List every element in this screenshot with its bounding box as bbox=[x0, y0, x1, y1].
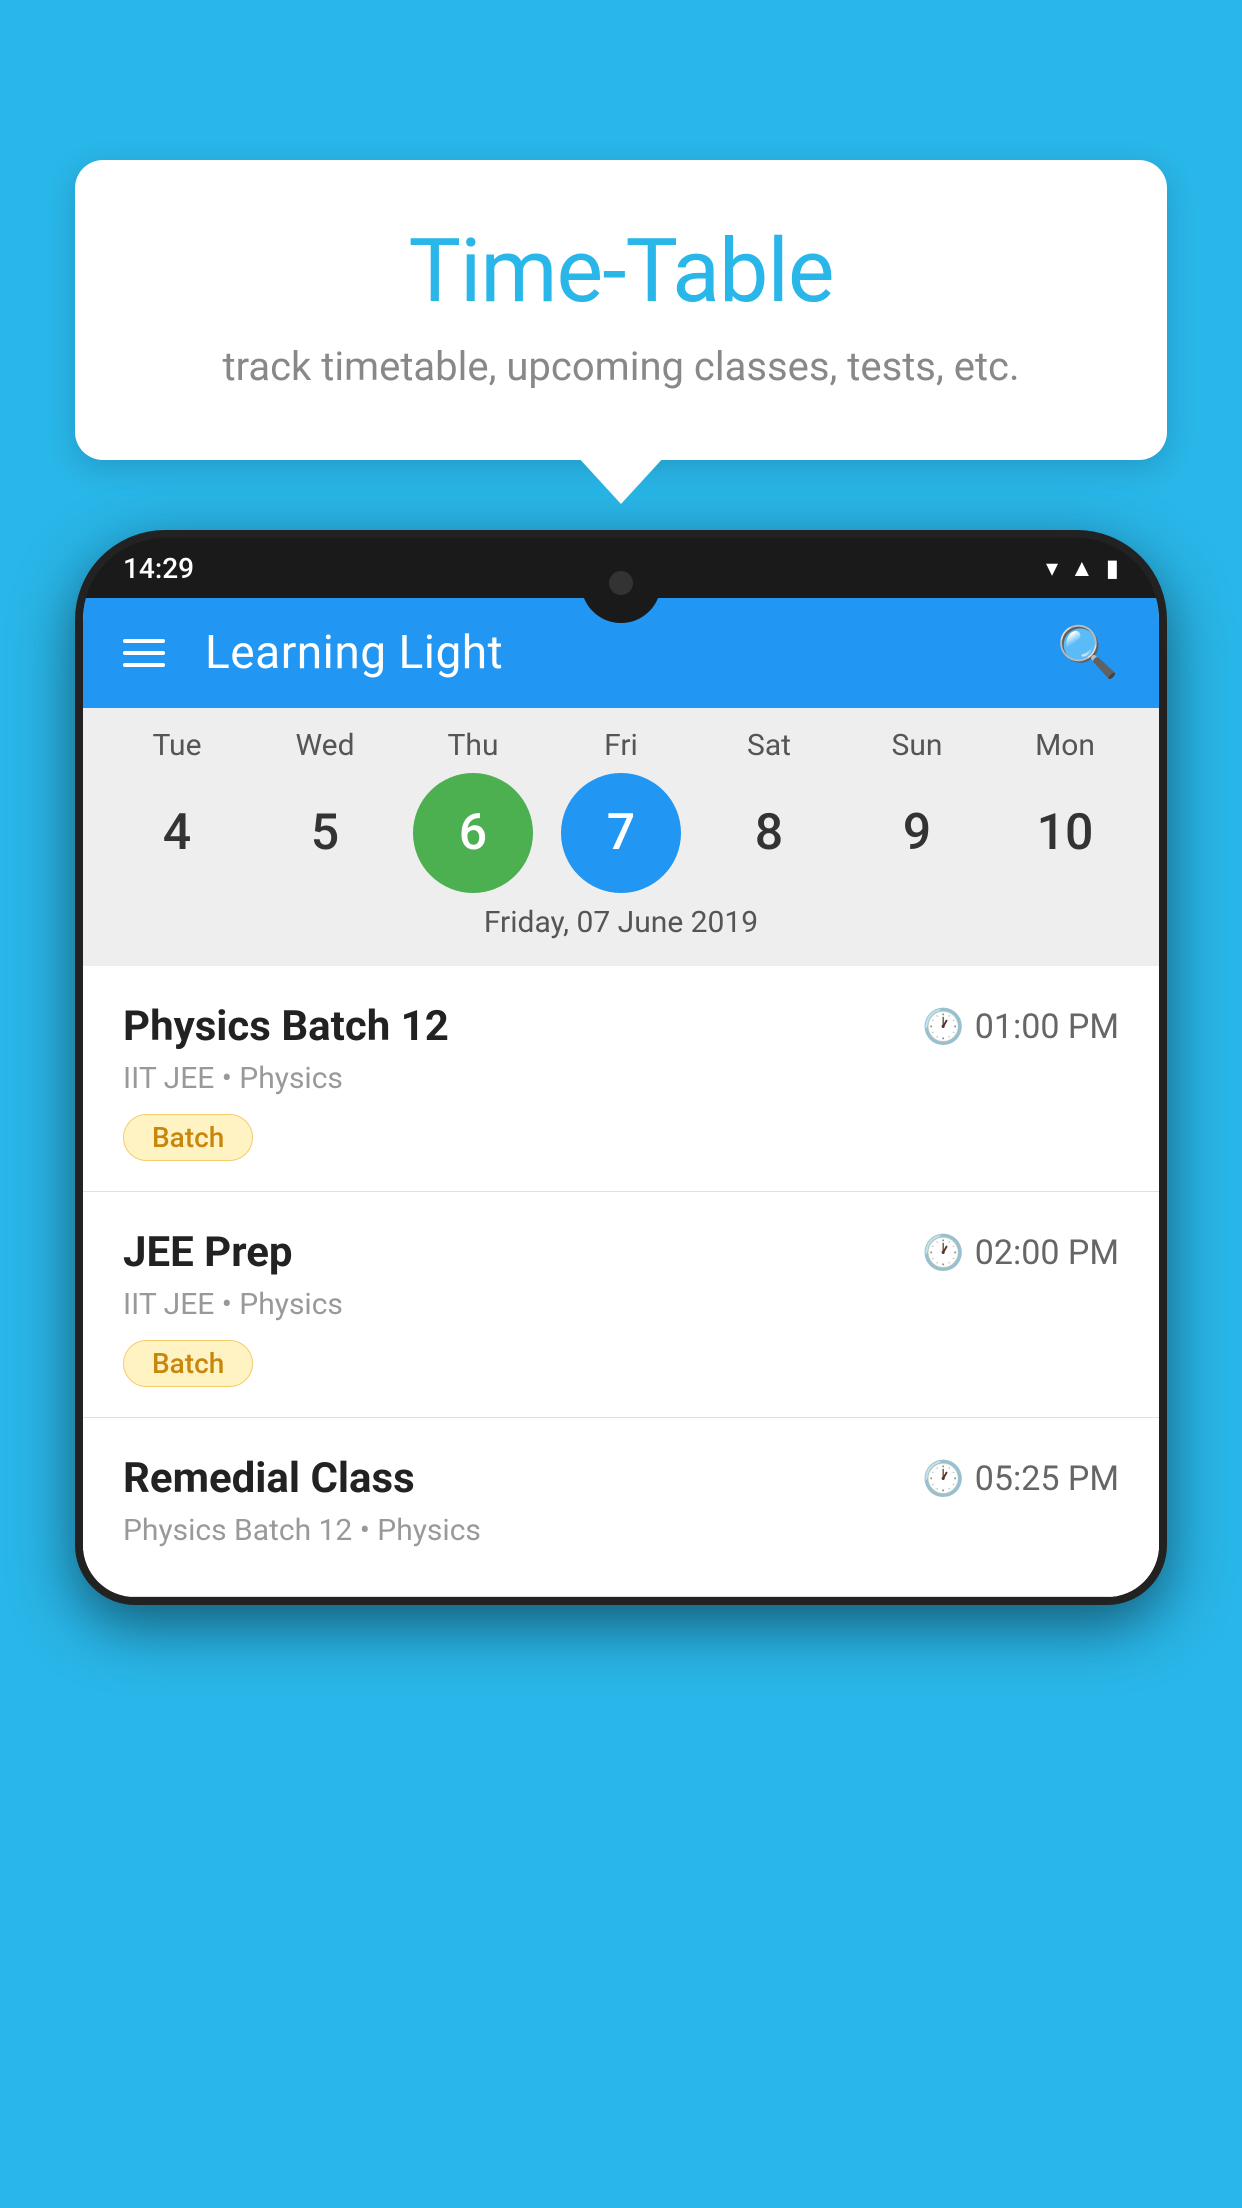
status-icons: ▾ ▲ ▮ bbox=[1046, 554, 1119, 583]
day-cell-6[interactable]: 6 bbox=[413, 773, 533, 893]
day-cell-10[interactable]: 10 bbox=[1005, 773, 1125, 893]
clock-icon-2: 🕐 bbox=[922, 1459, 964, 1499]
day-cell-4[interactable]: 4 bbox=[117, 773, 237, 893]
schedule-title-1: JEE Prep bbox=[123, 1228, 293, 1277]
phone-frame: 14:29 ▾ ▲ ▮ Learning Light 🔍 bbox=[75, 530, 1167, 1605]
schedule-item-0[interactable]: Physics Batch 12 🕐 01:00 PM IIT JEE • Physi… bbox=[83, 966, 1159, 1192]
bubble-subtitle: track timetable, upcoming classes, tests… bbox=[155, 343, 1087, 390]
status-time: 14:29 bbox=[123, 552, 194, 585]
phone-mockup: 14:29 ▾ ▲ ▮ Learning Light 🔍 bbox=[75, 530, 1167, 2208]
day-header-sat: Sat bbox=[709, 728, 829, 763]
day-header-sun: Sun bbox=[857, 728, 977, 763]
bubble-title: Time-Table bbox=[155, 220, 1087, 323]
wifi-icon: ▾ bbox=[1046, 554, 1058, 582]
camera-dot bbox=[609, 571, 633, 595]
schedule-title-2: Remedial Class bbox=[123, 1454, 415, 1503]
signal-icon: ▲ bbox=[1070, 554, 1094, 583]
selected-date-label: Friday, 07 June 2019 bbox=[83, 893, 1159, 956]
camera-notch bbox=[581, 543, 661, 623]
menu-line-1 bbox=[123, 639, 165, 643]
schedule-meta-0: IIT JEE • Physics bbox=[123, 1061, 1119, 1096]
day-numbers: 45678910 bbox=[83, 773, 1159, 893]
schedule-item-1[interactable]: JEE Prep 🕐 02:00 PM IIT JEE • Physics Batch bbox=[83, 1192, 1159, 1418]
menu-line-3 bbox=[123, 663, 165, 667]
schedule-time-0: 01:00 PM bbox=[975, 1007, 1119, 1047]
day-header-wed: Wed bbox=[265, 728, 385, 763]
schedule-list: Physics Batch 12 🕐 01:00 PM IIT JEE • Physi… bbox=[83, 966, 1159, 1597]
schedule-time-2: 05:25 PM bbox=[975, 1459, 1119, 1499]
speech-bubble: Time-Table track timetable, upcoming cla… bbox=[75, 160, 1167, 460]
schedule-meta-2: Physics Batch 12 • Physics bbox=[123, 1513, 1119, 1548]
day-cell-9[interactable]: 9 bbox=[857, 773, 977, 893]
clock-icon-0: 🕐 bbox=[922, 1007, 964, 1047]
day-cell-7[interactable]: 7 bbox=[561, 773, 681, 893]
status-bar: 14:29 ▾ ▲ ▮ bbox=[83, 538, 1159, 598]
day-headers: Tue Wed Thu Fri Sat Sun Mon bbox=[83, 728, 1159, 763]
day-header-thu: Thu bbox=[413, 728, 533, 763]
batch-badge-1: Batch bbox=[123, 1340, 253, 1387]
schedule-title-0: Physics Batch 12 bbox=[123, 1002, 449, 1051]
calendar-strip: Tue Wed Thu Fri Sat Sun Mon 45678910 Friday, 0… bbox=[83, 708, 1159, 966]
day-cell-5[interactable]: 5 bbox=[265, 773, 385, 893]
phone-screen: Learning Light 🔍 Tue Wed Thu Fri Sat Sun Mon 4… bbox=[83, 598, 1159, 1597]
clock-icon-1: 🕐 bbox=[922, 1233, 964, 1273]
menu-line-2 bbox=[123, 651, 165, 655]
day-header-tue: Tue bbox=[117, 728, 237, 763]
day-header-fri: Fri bbox=[561, 728, 681, 763]
search-button[interactable]: 🔍 bbox=[1057, 624, 1119, 682]
day-cell-8[interactable]: 8 bbox=[709, 773, 829, 893]
day-header-mon: Mon bbox=[1005, 728, 1125, 763]
schedule-time-1: 02:00 PM bbox=[975, 1233, 1119, 1273]
schedule-item-2[interactable]: Remedial Class 🕐 05:25 PM Physics Batch 12 … bbox=[83, 1418, 1159, 1597]
app-title: Learning Light bbox=[205, 626, 1017, 680]
menu-button[interactable] bbox=[123, 639, 165, 667]
battery-icon: ▮ bbox=[1106, 554, 1119, 582]
batch-badge-0: Batch bbox=[123, 1114, 253, 1161]
schedule-meta-1: IIT JEE • Physics bbox=[123, 1287, 1119, 1322]
